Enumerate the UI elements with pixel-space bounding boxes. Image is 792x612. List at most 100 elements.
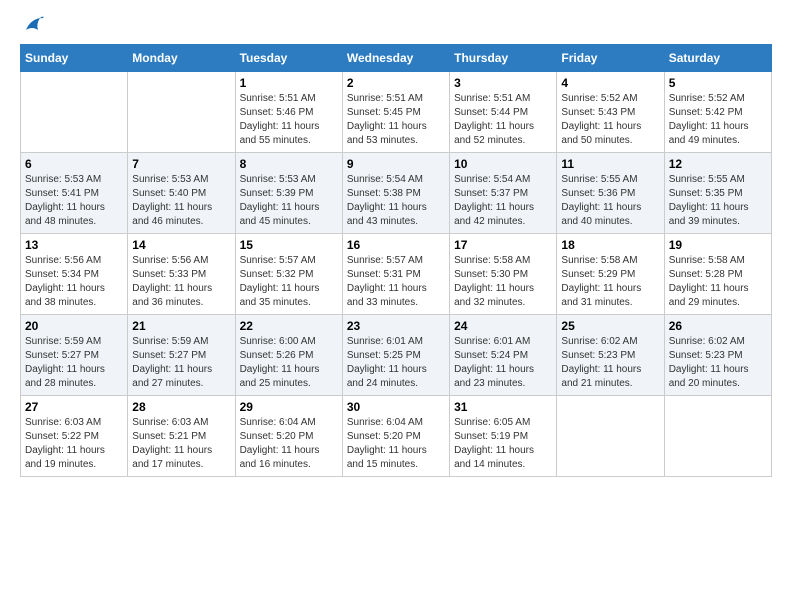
day-info: Sunrise: 6:02 AM Sunset: 5:23 PM Dayligh… <box>669 335 767 391</box>
day-number: 31 <box>454 400 552 414</box>
day-number: 9 <box>347 157 445 171</box>
page-header <box>20 20 772 34</box>
day-info: Sunrise: 5:57 AM Sunset: 5:32 PM Dayligh… <box>240 254 338 310</box>
calendar-header-row: SundayMondayTuesdayWednesdayThursdayFrid… <box>21 45 772 72</box>
day-info: Sunrise: 5:58 AM Sunset: 5:29 PM Dayligh… <box>561 254 659 310</box>
day-info: Sunrise: 5:52 AM Sunset: 5:43 PM Dayligh… <box>561 92 659 148</box>
day-number: 16 <box>347 238 445 252</box>
calendar-cell: 17Sunrise: 5:58 AM Sunset: 5:30 PM Dayli… <box>450 234 557 315</box>
day-info: Sunrise: 5:53 AM Sunset: 5:40 PM Dayligh… <box>132 173 230 229</box>
calendar-cell: 7 Sunrise: 5:53 AM Sunset: 5:40 PM Daylig… <box>128 153 235 234</box>
calendar-week-row: 27 Sunrise: 6:03 AM Sunset: 5:22 PM Dayli… <box>21 396 772 477</box>
day-info: Sunrise: 5:56 AM Sunset: 5:33 PM Dayligh… <box>132 254 230 310</box>
calendar-cell: 19Sunrise: 5:58 AM Sunset: 5:28 PM Dayli… <box>664 234 771 315</box>
day-info: Sunrise: 5:56 AM Sunset: 5:34 PM Dayligh… <box>25 254 123 310</box>
calendar-cell: 30Sunrise: 6:04 AM Sunset: 5:20 PM Dayli… <box>342 396 449 477</box>
calendar-cell: 22Sunrise: 6:00 AM Sunset: 5:26 PM Dayli… <box>235 315 342 396</box>
day-number: 25 <box>561 319 659 333</box>
day-info: Sunrise: 5:51 AM Sunset: 5:45 PM Dayligh… <box>347 92 445 148</box>
calendar-cell: 9Sunrise: 5:54 AM Sunset: 5:38 PM Daylig… <box>342 153 449 234</box>
calendar-cell: 18 Sunrise: 5:58 AM Sunset: 5:29 PM Dayli… <box>557 234 664 315</box>
day-info: Sunrise: 5:51 AM Sunset: 5:44 PM Dayligh… <box>454 92 552 148</box>
day-info: Sunrise: 6:01 AM Sunset: 5:24 PM Dayligh… <box>454 335 552 391</box>
calendar-cell: 1 Sunrise: 5:51 AM Sunset: 5:46 PM Daylig… <box>235 72 342 153</box>
calendar-cell: 12 Sunrise: 5:55 AM Sunset: 5:35 PM Dayli… <box>664 153 771 234</box>
calendar-week-row: 6 Sunrise: 5:53 AM Sunset: 5:41 PM Daylig… <box>21 153 772 234</box>
calendar-cell: 16Sunrise: 5:57 AM Sunset: 5:31 PM Dayli… <box>342 234 449 315</box>
day-number: 21 <box>132 319 230 333</box>
calendar-cell: 4 Sunrise: 5:52 AM Sunset: 5:43 PM Daylig… <box>557 72 664 153</box>
calendar-cell <box>21 72 128 153</box>
calendar-cell: 2 Sunrise: 5:51 AM Sunset: 5:45 PM Daylig… <box>342 72 449 153</box>
day-number: 5 <box>669 76 767 90</box>
day-number: 28 <box>132 400 230 414</box>
calendar-cell: 27 Sunrise: 6:03 AM Sunset: 5:22 PM Dayli… <box>21 396 128 477</box>
day-info: Sunrise: 6:04 AM Sunset: 5:20 PM Dayligh… <box>240 416 338 472</box>
day-info: Sunrise: 5:53 AM Sunset: 5:41 PM Dayligh… <box>25 173 123 229</box>
day-number: 22 <box>240 319 338 333</box>
day-number: 20 <box>25 319 123 333</box>
day-number: 18 <box>561 238 659 252</box>
day-info: Sunrise: 6:01 AM Sunset: 5:25 PM Dayligh… <box>347 335 445 391</box>
calendar-cell: 20 Sunrise: 5:59 AM Sunset: 5:27 PM Dayli… <box>21 315 128 396</box>
day-info: Sunrise: 6:03 AM Sunset: 5:22 PM Dayligh… <box>25 416 123 472</box>
day-info: Sunrise: 5:53 AM Sunset: 5:39 PM Dayligh… <box>240 173 338 229</box>
day-number: 24 <box>454 319 552 333</box>
day-number: 26 <box>669 319 767 333</box>
day-header-thursday: Thursday <box>450 45 557 72</box>
calendar-cell: 15Sunrise: 5:57 AM Sunset: 5:32 PM Dayli… <box>235 234 342 315</box>
calendar-cell: 8 Sunrise: 5:53 AM Sunset: 5:39 PM Daylig… <box>235 153 342 234</box>
day-number: 10 <box>454 157 552 171</box>
day-info: Sunrise: 5:51 AM Sunset: 5:46 PM Dayligh… <box>240 92 338 148</box>
day-info: Sunrise: 5:58 AM Sunset: 5:28 PM Dayligh… <box>669 254 767 310</box>
calendar-cell: 14 Sunrise: 5:56 AM Sunset: 5:33 PM Dayli… <box>128 234 235 315</box>
day-number: 11 <box>561 157 659 171</box>
day-number: 14 <box>132 238 230 252</box>
day-info: Sunrise: 5:59 AM Sunset: 5:27 PM Dayligh… <box>25 335 123 391</box>
calendar-table: SundayMondayTuesdayWednesdayThursdayFrid… <box>20 44 772 477</box>
calendar-week-row: 1 Sunrise: 5:51 AM Sunset: 5:46 PM Daylig… <box>21 72 772 153</box>
day-info: Sunrise: 6:02 AM Sunset: 5:23 PM Dayligh… <box>561 335 659 391</box>
day-number: 27 <box>25 400 123 414</box>
day-number: 23 <box>347 319 445 333</box>
day-number: 4 <box>561 76 659 90</box>
calendar-cell: 24 Sunrise: 6:01 AM Sunset: 5:24 PM Dayli… <box>450 315 557 396</box>
calendar-cell: 25 Sunrise: 6:02 AM Sunset: 5:23 PM Dayli… <box>557 315 664 396</box>
calendar-cell: 21 Sunrise: 5:59 AM Sunset: 5:27 PM Dayli… <box>128 315 235 396</box>
day-number: 8 <box>240 157 338 171</box>
calendar-cell: 5Sunrise: 5:52 AM Sunset: 5:42 PM Daylig… <box>664 72 771 153</box>
day-number: 1 <box>240 76 338 90</box>
calendar-cell <box>128 72 235 153</box>
day-header-saturday: Saturday <box>664 45 771 72</box>
day-header-sunday: Sunday <box>21 45 128 72</box>
day-header-friday: Friday <box>557 45 664 72</box>
day-number: 6 <box>25 157 123 171</box>
day-info: Sunrise: 5:54 AM Sunset: 5:37 PM Dayligh… <box>454 173 552 229</box>
day-header-wednesday: Wednesday <box>342 45 449 72</box>
logo <box>20 20 44 34</box>
day-number: 2 <box>347 76 445 90</box>
day-header-tuesday: Tuesday <box>235 45 342 72</box>
day-info: Sunrise: 6:05 AM Sunset: 5:19 PM Dayligh… <box>454 416 552 472</box>
calendar-week-row: 13 Sunrise: 5:56 AM Sunset: 5:34 PM Dayli… <box>21 234 772 315</box>
calendar-cell: 29Sunrise: 6:04 AM Sunset: 5:20 PM Dayli… <box>235 396 342 477</box>
day-info: Sunrise: 5:58 AM Sunset: 5:30 PM Dayligh… <box>454 254 552 310</box>
calendar-cell: 28 Sunrise: 6:03 AM Sunset: 5:21 PM Dayli… <box>128 396 235 477</box>
calendar-cell: 26 Sunrise: 6:02 AM Sunset: 5:23 PM Dayli… <box>664 315 771 396</box>
calendar-week-row: 20 Sunrise: 5:59 AM Sunset: 5:27 PM Dayli… <box>21 315 772 396</box>
day-info: Sunrise: 5:55 AM Sunset: 5:36 PM Dayligh… <box>561 173 659 229</box>
day-info: Sunrise: 5:59 AM Sunset: 5:27 PM Dayligh… <box>132 335 230 391</box>
calendar-cell: 23 Sunrise: 6:01 AM Sunset: 5:25 PM Dayli… <box>342 315 449 396</box>
calendar-cell <box>664 396 771 477</box>
day-number: 12 <box>669 157 767 171</box>
logo-bird-icon <box>22 16 44 34</box>
day-info: Sunrise: 6:03 AM Sunset: 5:21 PM Dayligh… <box>132 416 230 472</box>
day-number: 30 <box>347 400 445 414</box>
calendar-cell: 13 Sunrise: 5:56 AM Sunset: 5:34 PM Dayli… <box>21 234 128 315</box>
day-number: 3 <box>454 76 552 90</box>
day-info: Sunrise: 5:55 AM Sunset: 5:35 PM Dayligh… <box>669 173 767 229</box>
day-number: 13 <box>25 238 123 252</box>
calendar-cell: 10 Sunrise: 5:54 AM Sunset: 5:37 PM Dayli… <box>450 153 557 234</box>
calendar-cell: 3 Sunrise: 5:51 AM Sunset: 5:44 PM Daylig… <box>450 72 557 153</box>
day-number: 7 <box>132 157 230 171</box>
